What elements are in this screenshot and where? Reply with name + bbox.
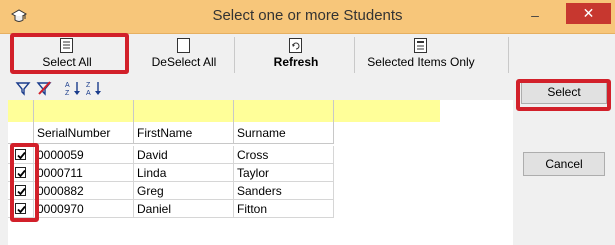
filter-row xyxy=(8,100,440,122)
table-row[interactable]: 0000970 Daniel Fitton xyxy=(8,200,334,218)
serial-cell: 0000059 xyxy=(34,146,134,164)
refresh-label: Refresh xyxy=(273,55,319,69)
close-button[interactable]: ✕ xyxy=(566,3,611,24)
firstname-cell: David xyxy=(134,146,234,164)
serial-cell: 0000711 xyxy=(34,164,134,182)
filter-icon[interactable] xyxy=(15,80,31,96)
refresh-page-icon xyxy=(289,38,302,53)
clear-filter-icon[interactable] xyxy=(36,80,52,96)
blank-page-icon xyxy=(177,38,190,53)
select-button-highlight xyxy=(516,79,611,111)
svg-text:Z: Z xyxy=(65,90,70,96)
surname-cell: Cross xyxy=(234,146,334,164)
toolbar-separator xyxy=(354,37,355,73)
toolbar-separator xyxy=(508,37,509,73)
filter-cell-surname[interactable] xyxy=(234,100,334,122)
title-bar: Select one or more Students – ✕ xyxy=(0,0,615,34)
svg-text:A: A xyxy=(86,90,91,96)
column-header-serialnumber[interactable]: SerialNumber xyxy=(34,122,134,144)
student-grid: A Z Z A SerialNumber FirstName Surname 0… xyxy=(8,76,513,245)
svg-text:A: A xyxy=(65,82,70,89)
serial-cell: 0000882 xyxy=(34,182,134,200)
deselect-all-label: DeSelect All xyxy=(151,55,217,69)
table-row[interactable]: 0000711 Linda Taylor xyxy=(8,164,334,182)
toolbar-separator xyxy=(234,37,235,73)
refresh-button[interactable]: Refresh xyxy=(236,35,356,73)
svg-text:Z: Z xyxy=(86,82,91,89)
cancel-button-label: Cancel xyxy=(545,157,583,171)
surname-cell: Sanders xyxy=(234,182,334,200)
sort-ascending-icon[interactable]: A Z xyxy=(65,80,81,96)
table-row[interactable]: 0000059 David Cross xyxy=(8,146,334,164)
selected-items-only-button[interactable]: Selected Items Only xyxy=(356,35,486,73)
select-all-highlight xyxy=(10,33,129,74)
filter-toolbar: A Z Z A xyxy=(8,76,513,100)
surname-cell: Taylor xyxy=(234,164,334,182)
firstname-cell: Greg xyxy=(134,182,234,200)
column-header-firstname[interactable]: FirstName xyxy=(134,122,234,144)
header-check-column xyxy=(8,122,34,144)
minimize-button[interactable]: – xyxy=(522,3,548,27)
serial-cell: 0000970 xyxy=(34,200,134,218)
firstname-cell: Linda xyxy=(134,164,234,182)
cancel-button[interactable]: Cancel xyxy=(523,152,605,176)
filter-cell-serial[interactable] xyxy=(34,100,134,122)
sort-descending-icon[interactable]: Z A xyxy=(86,80,102,96)
table-row[interactable]: 0000882 Greg Sanders xyxy=(8,182,334,200)
column-header-surname[interactable]: Surname xyxy=(234,122,334,144)
firstname-cell: Daniel xyxy=(134,200,234,218)
deselect-all-button[interactable]: DeSelect All xyxy=(130,35,238,73)
checkbox-column-highlight xyxy=(10,143,39,222)
list-page-icon xyxy=(414,38,427,53)
selected-items-only-label: Selected Items Only xyxy=(367,55,475,69)
filter-cell-firstname[interactable] xyxy=(134,100,234,122)
surname-cell: Fitton xyxy=(234,200,334,218)
filter-cell-check xyxy=(8,100,34,122)
